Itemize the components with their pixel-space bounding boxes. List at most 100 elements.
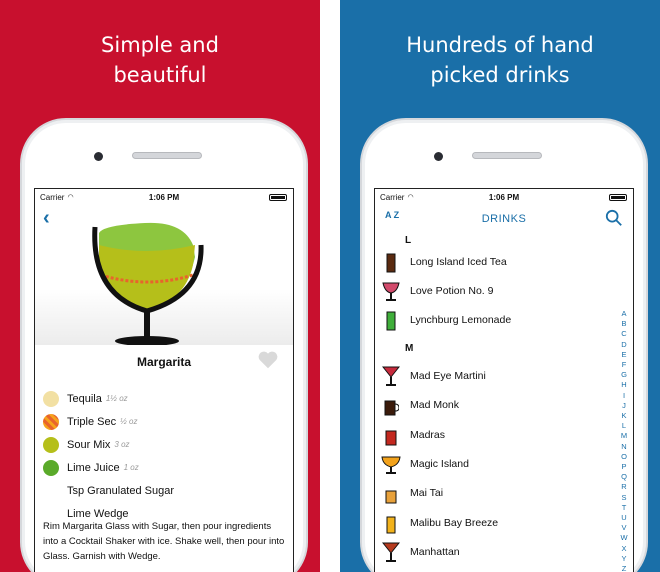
index-letter-l[interactable]: L xyxy=(618,421,630,431)
ingredient-name: Triple Sec xyxy=(67,415,117,428)
battery-icon xyxy=(609,194,627,201)
list-item[interactable]: Mad Monk xyxy=(375,391,615,420)
index-letter-k[interactable]: K xyxy=(618,411,630,421)
mug-glass-icon xyxy=(380,394,402,416)
drink-name: Long Island Iced Tea xyxy=(410,255,507,268)
index-letter-u[interactable]: U xyxy=(618,513,630,523)
index-letter-q[interactable]: Q xyxy=(618,472,630,482)
list-item[interactable]: Mai Tai xyxy=(375,479,615,508)
index-letter-p[interactable]: P xyxy=(618,462,630,472)
list-item[interactable]: Manhattan xyxy=(375,538,615,567)
ingredient-row: Tsp Granulated Sugar xyxy=(43,479,283,502)
ingredient-color-dot xyxy=(43,436,59,453)
status-bar: Carrier ◠ 1:06 PM xyxy=(375,189,633,205)
index-letter-b[interactable]: B xyxy=(618,319,630,329)
headline-right-line1: Hundreds of hand xyxy=(406,33,594,57)
list-item[interactable]: Long Island Iced Tea xyxy=(375,247,615,276)
drink-name: Love Potion No. 9 xyxy=(410,285,494,298)
rocks-glass-icon xyxy=(380,482,402,504)
camera-icon xyxy=(94,152,103,161)
ingredient-color-dot xyxy=(43,390,59,407)
phone-frame: Carrier ◠ 1:06 PM ‹ Margarita Tequila 1½… xyxy=(20,118,308,572)
headline-left: Simple and beautiful xyxy=(0,30,320,90)
index-letter-i[interactable]: I xyxy=(618,391,630,401)
drink-list: L Long Island Iced Tea Love Potion No. 9… xyxy=(375,233,615,567)
martini-glass-icon xyxy=(380,365,402,387)
list-item[interactable]: Love Potion No. 9 xyxy=(375,276,615,305)
headline-right-line2: picked drinks xyxy=(430,63,570,87)
list-item[interactable]: Mad Eye Martini xyxy=(375,361,615,390)
ingredient-amount: 1½ oz xyxy=(105,394,128,403)
index-letter-m[interactable]: M xyxy=(618,431,630,441)
drink-detail-screen: Carrier ◠ 1:06 PM ‹ Margarita Tequila 1½… xyxy=(34,188,294,572)
drink-list-screen: Carrier ◠ 1:06 PM A Z DRINKS L Long Isla… xyxy=(374,188,634,572)
alphabet-index[interactable]: ABCDEFGHIJKLMNOPQRSTUVWXYZ xyxy=(618,309,630,572)
list-item[interactable]: Madras xyxy=(375,420,615,449)
index-letter-x[interactable]: X xyxy=(618,544,630,554)
highball-glass-icon xyxy=(380,512,402,534)
highball-glass-icon xyxy=(380,309,402,331)
index-letter-o[interactable]: O xyxy=(618,452,630,462)
index-letter-r[interactable]: R xyxy=(618,482,630,492)
nav-bar: A Z DRINKS xyxy=(375,205,633,233)
index-letter-d[interactable]: D xyxy=(618,340,630,350)
back-button[interactable]: ‹ xyxy=(43,207,50,230)
drink-name: Madras xyxy=(410,428,446,441)
ingredient-name: Lime Wedge xyxy=(67,507,129,520)
list-item[interactable]: Malibu Bay Breeze xyxy=(375,508,615,537)
ingredient-color-dot xyxy=(43,413,59,430)
speaker-grille xyxy=(472,152,542,159)
cocktail-glass-icon xyxy=(380,280,402,302)
favorite-heart-icon[interactable] xyxy=(257,349,279,371)
margarita-glass-icon xyxy=(92,222,204,346)
rocks-glass-icon xyxy=(380,424,402,446)
drink-name: Mad Monk xyxy=(410,399,460,412)
section-header-m: M xyxy=(405,342,414,354)
index-letter-e[interactable]: E xyxy=(618,350,630,360)
status-time: 1:06 PM xyxy=(148,192,180,202)
camera-icon xyxy=(434,152,443,161)
speaker-grille xyxy=(132,152,202,159)
ingredient-amount: 3 oz xyxy=(114,440,130,449)
ingredient-row: Lime Juice 1 oz xyxy=(43,456,283,479)
headline-right: Hundreds of hand picked drinks xyxy=(340,30,660,90)
headline-left-line2: beautiful xyxy=(113,63,207,87)
status-time: 1:06 PM xyxy=(488,192,520,202)
index-letter-f[interactable]: F xyxy=(618,360,630,370)
index-letter-g[interactable]: G xyxy=(618,370,630,380)
search-icon[interactable] xyxy=(605,209,623,227)
headline-left-line1: Simple and xyxy=(101,33,219,57)
ingredient-name: Sour Mix xyxy=(67,438,111,451)
promo-panel-left: Simple and beautiful Carrier ◠ 1:06 PM ‹… xyxy=(0,0,320,572)
index-letter-j[interactable]: J xyxy=(618,401,630,411)
panel-divider xyxy=(320,0,340,572)
drink-name: Mai Tai xyxy=(410,487,444,500)
index-letter-t[interactable]: T xyxy=(618,503,630,513)
index-letter-s[interactable]: S xyxy=(618,493,630,503)
drink-name: Lynchburg Lemonade xyxy=(410,314,512,327)
ingredient-amount: ½ oz xyxy=(120,417,138,426)
drink-hero-image xyxy=(35,205,293,346)
ingredient-name: Tequila xyxy=(67,392,102,405)
drink-name: Mad Eye Martini xyxy=(410,369,486,382)
index-letter-z[interactable]: Z xyxy=(618,564,630,572)
promo-panel-right: Hundreds of hand picked drinks Carrier ◠… xyxy=(340,0,660,572)
index-letter-c[interactable]: C xyxy=(618,329,630,339)
hurricane-glass-icon xyxy=(380,453,402,475)
ingredient-row: Triple Sec ½ oz xyxy=(43,410,283,433)
index-letter-v[interactable]: V xyxy=(618,523,630,533)
phone-frame: Carrier ◠ 1:06 PM A Z DRINKS L Long Isla… xyxy=(360,118,648,572)
list-item[interactable]: Magic Island xyxy=(375,449,615,478)
index-letter-w[interactable]: W xyxy=(618,533,630,543)
index-letter-h[interactable]: H xyxy=(618,380,630,390)
drink-name: Magic Island xyxy=(410,458,469,471)
list-item[interactable]: Lynchburg Lemonade xyxy=(375,306,615,335)
martini-glass-icon xyxy=(380,541,402,563)
ingredient-name: Lime Juice xyxy=(67,461,120,474)
ingredient-color-dot xyxy=(43,459,59,476)
index-letter-y[interactable]: Y xyxy=(618,554,630,564)
nav-title: DRINKS xyxy=(481,213,527,225)
drink-name: Manhattan xyxy=(410,546,460,559)
index-letter-n[interactable]: N xyxy=(618,442,630,452)
index-letter-a[interactable]: A xyxy=(618,309,630,319)
